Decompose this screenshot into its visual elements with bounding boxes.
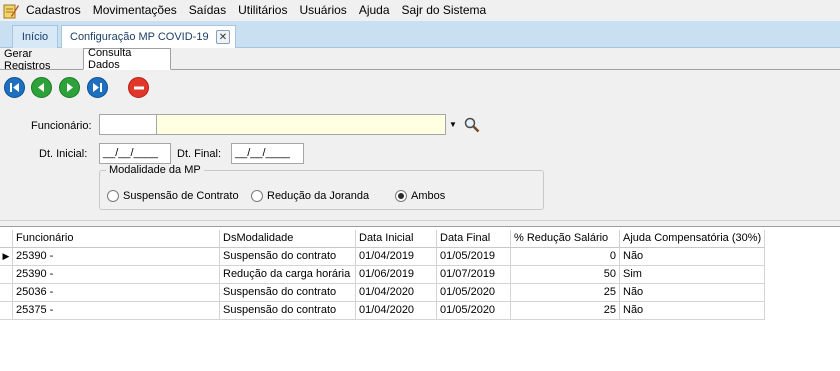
results-grid: Funcionário DsModalidade Data Inicial Da… [0, 227, 840, 371]
menu-saidas[interactable]: Saídas [183, 0, 232, 21]
radio-ambos[interactable]: Ambos [395, 190, 445, 202]
radio-suspensao[interactable]: Suspensão de Contrato [107, 190, 239, 202]
cell-reducao-salario[interactable]: 50 [511, 266, 620, 284]
cell-data-inicial[interactable]: 01/04/2019 [356, 248, 437, 266]
menu-usuarios[interactable]: Usuários [293, 0, 352, 21]
cell-ajuda-compensatoria[interactable]: Sim [620, 266, 765, 284]
dt-final-label: Dt. Final: [177, 148, 222, 160]
next-record-button[interactable] [59, 77, 80, 98]
first-record-icon [10, 83, 19, 92]
tab-gerar-registros[interactable]: Gerar Registros [0, 48, 82, 72]
column-header-ajuda-compensatoria[interactable]: Ajuda Compensatória (30%) [620, 230, 765, 248]
cell-data-final[interactable]: 01/05/2019 [437, 248, 511, 266]
tab-configuracao-mp-label: Configuração MP COVID-19 [70, 31, 209, 43]
cell-reducao-salario[interactable]: 25 [511, 302, 620, 320]
cell-data-inicial[interactable]: 01/04/2020 [356, 284, 437, 302]
column-header-reducao-salario[interactable]: % Redução Salário [511, 230, 620, 248]
table-row[interactable]: 25390 - Redução da carga horária 01/06/2… [0, 266, 765, 284]
radio-ambos-label: Ambos [411, 190, 446, 202]
row-indicator [0, 302, 13, 320]
column-header-data-inicial[interactable]: Data Inicial [356, 230, 437, 248]
row-pointer-icon: ▶ [0, 248, 13, 266]
menu-ajuda[interactable]: Ajuda [353, 0, 396, 21]
filter-panel: Funcionário: ▼ Dt. Inicial: __/__/____ D… [0, 70, 840, 220]
radio-reducao-label: Redução da Joranda [267, 190, 370, 202]
cell-ajuda-compensatoria[interactable]: Não [620, 284, 765, 302]
cell-data-inicial[interactable]: 01/04/2020 [356, 302, 437, 320]
tab-inicio[interactable]: Início [12, 25, 58, 48]
cancel-button[interactable] [128, 77, 149, 98]
funcionario-name-input[interactable] [157, 114, 446, 135]
first-record-button[interactable] [4, 77, 25, 98]
menu-bar: Cadastros Movimentações Saídas Utilitári… [0, 0, 840, 21]
column-header-data-final[interactable]: Data Final [437, 230, 511, 248]
cell-ajuda-compensatoria[interactable]: Não [620, 248, 765, 266]
table-row[interactable]: 25375 - Suspensão do contrato 01/04/2020… [0, 302, 765, 320]
dt-inicial-label: Dt. Inicial: [39, 148, 88, 160]
dt-final-input[interactable]: __/__/____ [231, 143, 304, 164]
magnifier-icon[interactable] [463, 116, 481, 134]
funcionario-code-input[interactable] [99, 114, 157, 135]
tab-configuracao-mp[interactable]: Configuração MP COVID-19 ✕ [61, 25, 236, 48]
funcionario-label: Funcionário: [31, 120, 92, 132]
cell-dsmodalidade[interactable]: Suspensão do contrato [220, 284, 356, 302]
sub-tabstrip: Gerar Registros Consulta Dados [0, 47, 840, 72]
table-row[interactable]: 25036 - Suspensão do contrato 01/04/2020… [0, 284, 765, 302]
previous-record-button[interactable] [31, 77, 52, 98]
cell-dsmodalidade[interactable]: Suspensão do contrato [220, 248, 356, 266]
radio-reducao-dot [251, 190, 263, 202]
cell-funcionario[interactable]: 25375 - [13, 302, 220, 320]
column-header-funcionario[interactable]: Funcionário [13, 230, 220, 248]
no-entry-icon [133, 86, 144, 89]
cell-ajuda-compensatoria[interactable]: Não [620, 302, 765, 320]
cell-reducao-salario[interactable]: 0 [511, 248, 620, 266]
cell-dsmodalidade[interactable]: Suspensão do contrato [220, 302, 356, 320]
radio-suspensao-dot [107, 190, 119, 202]
splitter[interactable] [0, 220, 840, 227]
last-record-icon [93, 83, 102, 92]
row-indicator-header [0, 230, 13, 248]
cell-dsmodalidade[interactable]: Redução da carga horária [220, 266, 356, 284]
dt-inicial-input[interactable]: __/__/____ [99, 143, 171, 164]
menu-movimentacoes[interactable]: Movimentações [87, 0, 183, 21]
cell-data-inicial[interactable]: 01/06/2019 [356, 266, 437, 284]
cell-data-final[interactable]: 01/05/2020 [437, 302, 511, 320]
modalidade-title: Modalidade da MP [106, 164, 204, 176]
document-tabstrip: Início Configuração MP COVID-19 ✕ [0, 21, 840, 48]
previous-record-icon [38, 83, 44, 92]
cell-data-final[interactable]: 01/07/2019 [437, 266, 511, 284]
row-indicator [0, 266, 13, 284]
radio-reducao[interactable]: Redução da Joranda [251, 190, 369, 202]
cell-reducao-salario[interactable]: 25 [511, 284, 620, 302]
grid-header-row: Funcionário DsModalidade Data Inicial Da… [0, 230, 765, 248]
tab-consulta-dados[interactable]: Consulta Dados [83, 47, 171, 71]
cell-data-final[interactable]: 01/05/2020 [437, 284, 511, 302]
table-row[interactable]: ▶ 25390 - Suspensão do contrato 01/04/20… [0, 248, 765, 266]
dropdown-arrow-icon[interactable]: ▼ [447, 114, 459, 135]
menu-utilitarios[interactable]: Utilitários [232, 0, 293, 21]
row-indicator [0, 284, 13, 302]
menu-cadastros[interactable]: Cadastros [24, 0, 87, 21]
cell-funcionario[interactable]: 25036 - [13, 284, 220, 302]
column-header-dsmodalidade[interactable]: DsModalidade [220, 230, 356, 248]
next-record-icon [67, 83, 73, 92]
notepad-pencil-icon[interactable] [2, 2, 20, 20]
radio-suspensao-label: Suspensão de Contrato [123, 190, 239, 202]
radio-ambos-dot [395, 190, 407, 202]
cell-funcionario[interactable]: 25390 - [13, 266, 220, 284]
last-record-button[interactable] [87, 77, 108, 98]
close-icon[interactable]: ✕ [216, 30, 230, 44]
cell-funcionario[interactable]: 25390 - [13, 248, 220, 266]
menu-sair[interactable]: Sajr do Sistema [396, 0, 493, 21]
